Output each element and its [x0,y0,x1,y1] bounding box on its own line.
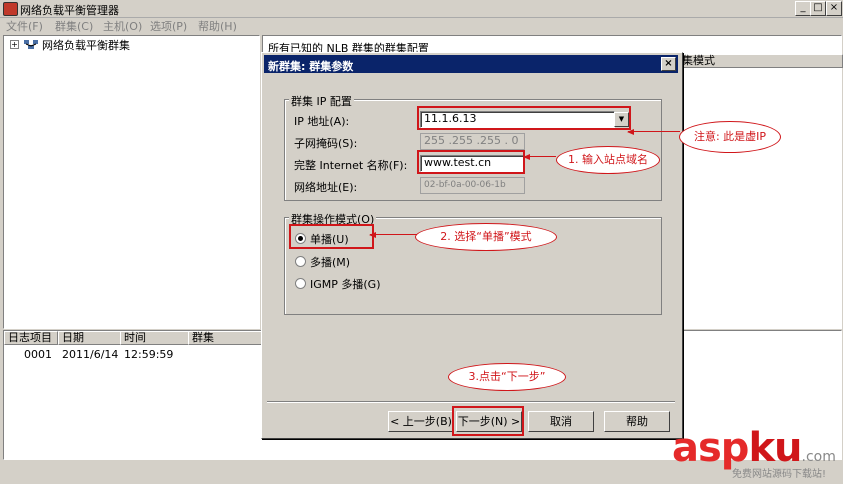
window-titlebar: 网络负载平衡管理器 _ □ × [0,0,843,18]
subnet-mask-field: 255 .255 .255 . 0 [420,133,525,150]
log-col-item[interactable]: 日志项目 [4,331,58,345]
menu-bar: 文件(F) 群集(C) 主机(O) 选项(P) 帮助(H) [0,17,843,33]
arrow-step1 [524,156,556,157]
log-col-time[interactable]: 时间 [120,331,189,345]
log-item: 0001 [24,348,52,361]
menu-file[interactable]: 文件(F) [6,18,43,34]
menu-cluster[interactable]: 群集(C) [55,18,93,34]
menu-host[interactable]: 主机(O) [103,18,142,34]
watermark-tagline: 免费网站源码下载站! [732,469,827,480]
igmp-multicast-label[interactable]: IGMP 多播(G) [310,276,381,292]
table-row[interactable]: 0001 2011/6/14 12:59:59 [4,347,258,361]
dialog-close-button[interactable]: × [661,57,676,71]
maximize-button[interactable]: □ [810,1,826,16]
fqdn-label: 完整 Internet 名称(F): [294,159,408,172]
log-time: 12:59:59 [124,348,174,361]
tree-expander[interactable]: + [10,40,19,49]
note-step1: 1. 输入站点域名 [556,146,660,174]
highlight-ip-address [417,106,631,130]
ip-config-group-label: 群集 IP 配置 [289,93,354,109]
tree-root-label[interactable]: 网络负载平衡群集 [42,37,130,53]
cluster-icon [24,40,38,49]
highlight-unicast [289,224,374,249]
radio-igmp-multicast[interactable] [295,278,306,289]
multicast-label[interactable]: 多播(M) [310,254,350,270]
log-date: 2011/6/14 [62,348,119,361]
cluster-tree: + 网络负载平衡群集 [3,35,260,329]
log-col-date[interactable]: 日期 [58,331,121,345]
column-cluster-mode[interactable]: 集模式 [678,54,843,68]
ip-address-label: IP 地址(A): [294,115,350,128]
minimize-button[interactable]: _ [795,1,811,16]
help-button[interactable]: 帮助 [604,411,670,432]
dialog-title: 新群集: 群集参数 [268,60,354,73]
menu-options[interactable]: 选项(P) [150,18,187,34]
log-col-cluster[interactable]: 群集 [188,331,263,345]
dialog-separator [267,401,675,403]
close-button[interactable]: × [826,1,842,16]
app-icon [3,2,18,16]
highlight-next-button [452,406,524,436]
subnet-mask-label: 子网掩码(S): [294,137,358,150]
network-address-label: 网络地址(E): [294,181,358,194]
highlight-fqdn [417,150,525,174]
radio-multicast[interactable] [295,256,306,267]
back-button[interactable]: < 上一步(B) [388,411,454,432]
cancel-button[interactable]: 取消 [528,411,594,432]
note-vip: 注意: 此是虚IP [679,121,781,153]
menu-help[interactable]: 帮助(H) [198,18,237,34]
watermark-logo: aspku.com 免费网站源码下载站! [672,425,836,480]
arrow-step2 [370,234,420,235]
arrow-vip [628,131,680,132]
watermark-com: .com [801,449,836,465]
note-step3: 3.点击“下一步” [448,363,566,391]
dialog-titlebar: 新群集: 群集参数 × [264,55,678,73]
note-step2: 2. 选择“单播”模式 [415,223,557,251]
network-address-field: 02-bf-0a-00-06-1b [420,177,525,194]
window-title: 网络负载平衡管理器 [20,4,119,17]
